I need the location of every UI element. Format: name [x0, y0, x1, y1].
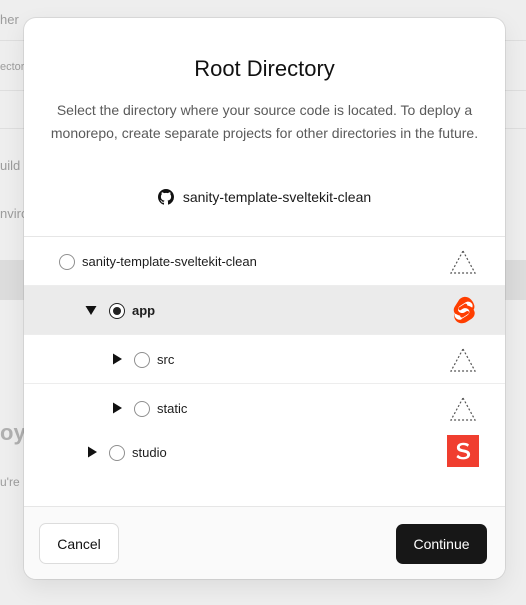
chevron-down-icon[interactable]	[85, 304, 97, 316]
modal-description: Select the directory where your source c…	[50, 102, 479, 141]
modal-title: Root Directory	[194, 56, 335, 81]
bg-heading: oy	[0, 420, 26, 445]
continue-button[interactable]: Continue	[396, 524, 487, 564]
bg-text: her	[0, 12, 19, 27]
repository: sanity-template-sveltekit-clean	[24, 187, 505, 207]
modal-header: Root Directory Select the directory wher…	[24, 18, 505, 236]
radio-button[interactable]	[109, 445, 125, 461]
directory-label: studio	[132, 445, 167, 460]
root-directory-modal: Root Directory Select the directory wher…	[24, 18, 505, 579]
repository-name: sanity-template-sveltekit-clean	[182, 189, 372, 205]
generic-framework-icon	[449, 396, 477, 421]
directory-label: static	[157, 401, 188, 416]
radio-button[interactable]	[59, 254, 75, 270]
svelte-icon	[453, 296, 475, 324]
tree-row-studio[interactable]: studio	[24, 433, 505, 473]
tree-row-static[interactable]: static	[24, 384, 505, 433]
github-icon	[157, 189, 174, 205]
cancel-button[interactable]: Cancel	[39, 523, 119, 564]
tree-row-root[interactable]: sanity-template-sveltekit-clean	[24, 237, 505, 286]
chevron-right-icon[interactable]	[86, 446, 98, 458]
chevron-right-icon[interactable]	[111, 353, 123, 365]
modal-footer: Cancel Continue	[24, 506, 505, 579]
generic-framework-icon	[449, 249, 477, 274]
directory-tree: sanity-template-sveltekit-clean app src	[24, 236, 505, 473]
generic-framework-icon	[449, 347, 477, 372]
chevron-right-icon[interactable]	[111, 402, 123, 414]
tree-row-src[interactable]: src	[24, 335, 505, 384]
radio-button[interactable]	[134, 401, 150, 417]
directory-label: src	[157, 352, 175, 367]
bg-text: u're	[0, 475, 20, 489]
tree-row-app[interactable]: app	[24, 286, 505, 335]
radio-button[interactable]	[134, 352, 150, 368]
directory-label: sanity-template-sveltekit-clean	[82, 254, 257, 269]
radio-button-selected[interactable]	[109, 303, 125, 319]
directory-label: app	[132, 303, 156, 318]
bg-text: ector	[0, 61, 25, 73]
sanity-icon	[447, 435, 479, 467]
